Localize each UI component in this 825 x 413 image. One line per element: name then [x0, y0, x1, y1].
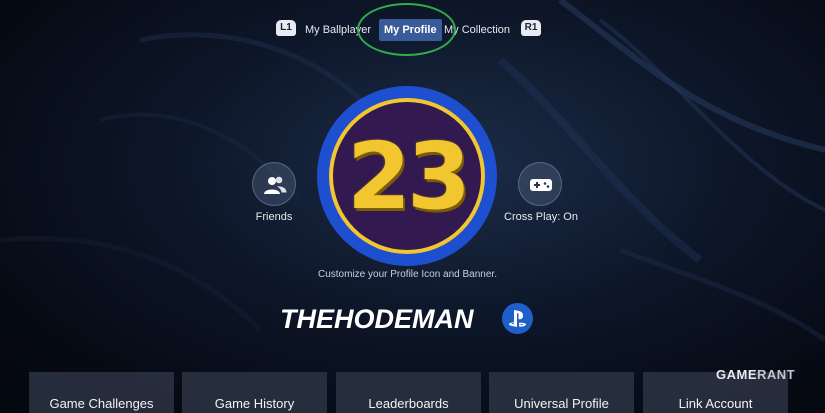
menu-card-universal-profile[interactable]: Universal Profile	[489, 372, 634, 413]
cross-play-label: Cross Play: On	[504, 211, 578, 223]
gamepad-icon	[530, 179, 552, 191]
profile-icon-badge[interactable]: 23	[316, 85, 498, 267]
menu-card-game-history[interactable]: Game History	[182, 372, 327, 413]
menu-card-game-challenges[interactable]: Game Challenges	[29, 372, 174, 413]
customize-hint: Customize your Profile Icon and Banner.	[318, 269, 497, 280]
menu-card-label: Game Challenges	[49, 396, 154, 411]
menu-card-leaderboards[interactable]: Leaderboards	[336, 372, 481, 413]
friends-button[interactable]	[252, 162, 296, 206]
username: THEHODEMAN	[280, 304, 474, 334]
menu-card-label: Link Account	[678, 396, 753, 411]
l1-bumper-icon[interactable]: L1	[276, 20, 296, 36]
playstation-icon	[502, 303, 533, 334]
friends-label: Friends	[255, 211, 293, 223]
active-tab-highlight-ring	[357, 3, 456, 56]
profile-icon-number: 23	[346, 123, 471, 230]
watermark-part-2: RANT	[757, 367, 796, 382]
menu-card-label: Game History	[214, 396, 295, 411]
watermark-part-1: GAME	[716, 367, 757, 382]
r1-bumper-icon[interactable]: R1	[521, 20, 541, 36]
cross-play-button[interactable]	[518, 162, 562, 206]
friends-icon	[264, 176, 287, 194]
gamerant-watermark: GAMERANT	[716, 367, 795, 382]
menu-card-label: Leaderboards	[368, 396, 449, 411]
menu-card-label: Universal Profile	[514, 396, 609, 411]
